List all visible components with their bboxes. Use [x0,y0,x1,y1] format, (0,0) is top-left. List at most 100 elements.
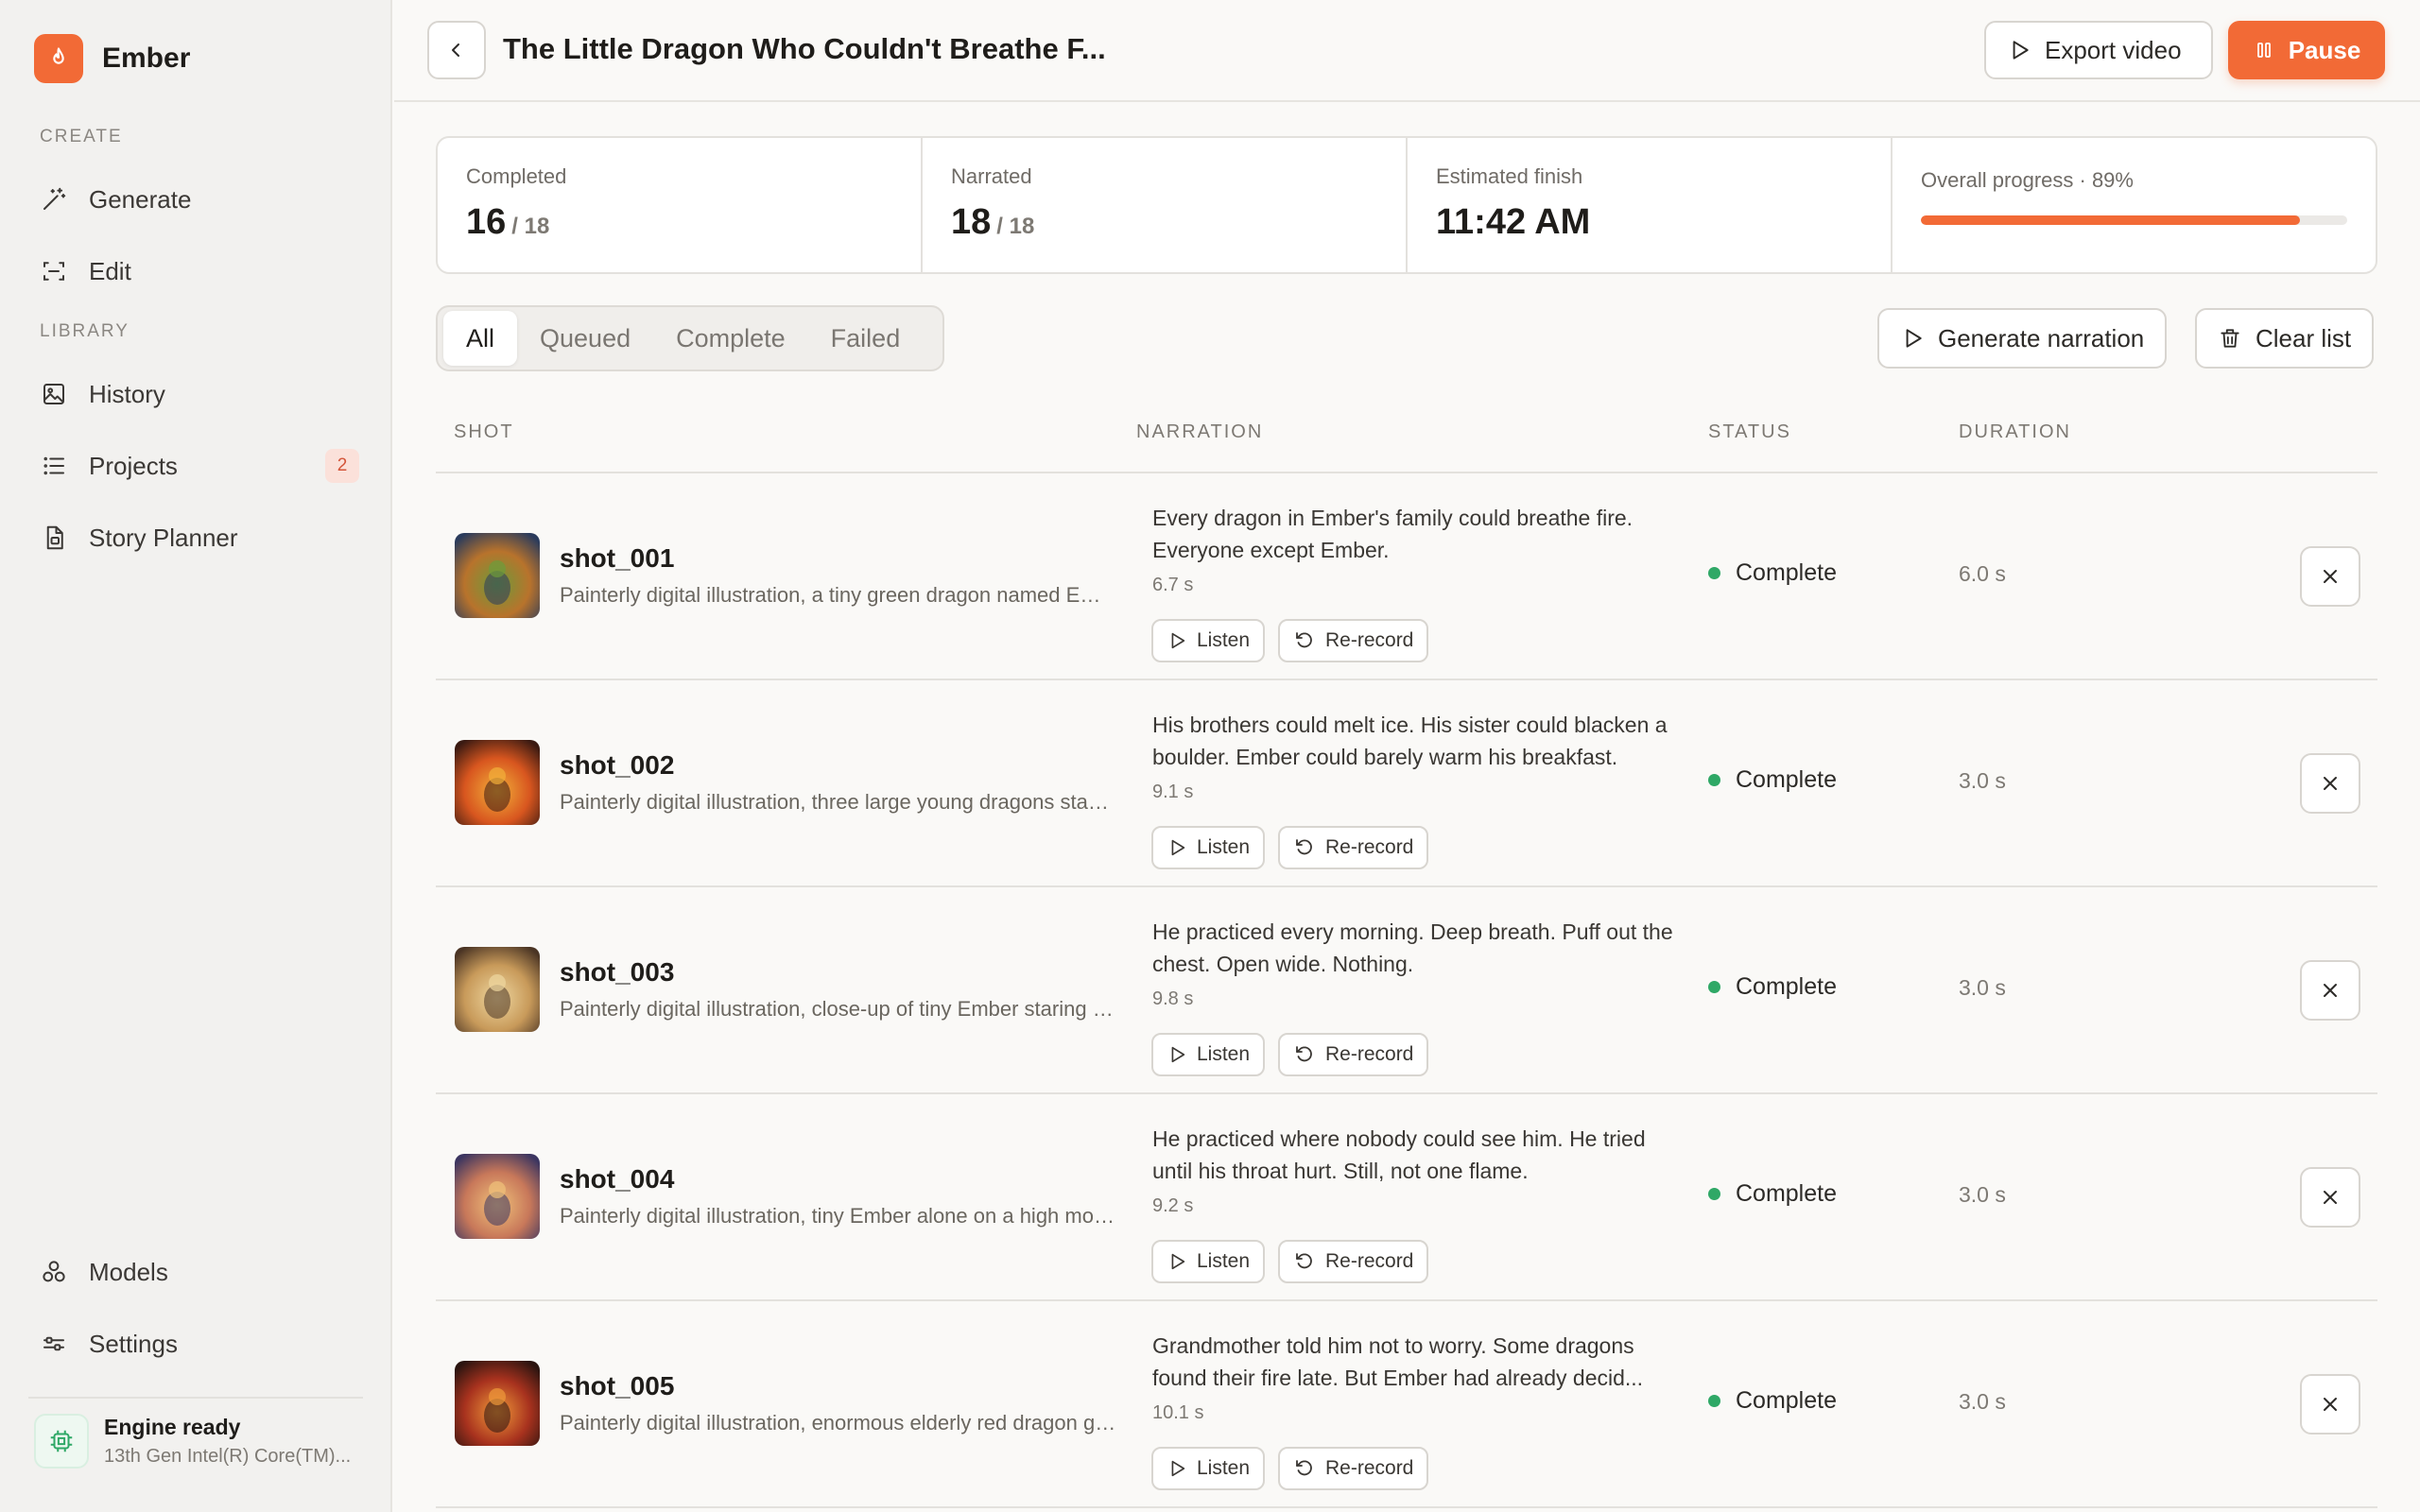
narrated-total: / 18 [996,214,1035,239]
sidebar-item-history[interactable]: History [38,366,359,422]
play-icon [1167,630,1187,651]
status-filter-tabs: All Queued Complete Failed [436,305,944,371]
listen-button[interactable]: Listen [1151,619,1266,662]
generate-narration-button[interactable]: Generate narration [1877,308,2168,369]
listen-button[interactable]: Listen [1151,1240,1266,1283]
sidebar-divider [28,1397,363,1399]
listen-button[interactable]: Listen [1151,826,1266,869]
listen-button[interactable]: Listen [1151,1447,1266,1490]
table-row[interactable]: shot_001 Painterly digital illustration,… [436,473,2377,680]
sidebar-item-projects[interactable]: Projects 2 [38,438,359,494]
table-row[interactable]: shot_002 Painterly digital illustration,… [436,680,2377,887]
clear-list-label: Clear list [2256,323,2352,352]
listen-label: Listen [1197,1043,1251,1065]
close-icon [2319,1393,2342,1416]
remove-shot-button[interactable] [2300,753,2360,814]
rerecord-button[interactable]: Re-record [1278,1447,1429,1490]
remove-shot-button[interactable] [2300,546,2360,607]
stat-value-wrap: 18/ 18 [951,202,1377,243]
pause-icon [2253,39,2275,61]
stat-estimated-finish: Estimated finish 11:42 AM [1408,138,1893,272]
rerecord-label: Re-record [1325,1043,1414,1065]
sidebar-item-settings[interactable]: Settings [38,1315,359,1372]
play-icon [1167,1458,1187,1479]
shot-thumbnail[interactable] [455,533,540,618]
status-indicator: Complete [1708,1180,1837,1208]
clear-list-button[interactable]: Clear list [2195,308,2375,369]
listen-label: Listen [1197,1250,1251,1272]
sidebar-item-label: History [89,379,165,408]
column-header-shot: SHOT [454,421,514,442]
narration-text: He practiced where nobody could see him.… [1152,1126,1646,1183]
cpu-chip-icon [34,1414,89,1469]
rotate-ccw-icon [1293,1250,1316,1273]
sidebar-item-label: Story Planner [89,523,238,552]
completed-count: 16 [466,202,507,242]
status-label: Complete [1736,766,1837,793]
narration-duration: 9.8 s [1152,988,1194,1009]
filter-tab-queued[interactable]: Queued [517,311,653,366]
engine-subtitle: 13th Gen Intel(R) Core(TM)... [104,1446,352,1467]
narration-duration: 9.1 s [1152,782,1194,802]
table-row[interactable]: shot_005 Painterly digital illustration,… [436,1301,2377,1508]
shot-description: Painterly digital illustration, close-up… [560,997,1117,1021]
trash-icon [2218,326,2242,351]
filter-tab-complete[interactable]: Complete [653,311,808,366]
status-indicator: Complete [1708,1387,1837,1415]
sliders-icon [38,1328,70,1360]
narration-duration: 9.2 s [1152,1195,1194,1216]
listen-label: Listen [1197,836,1251,858]
pause-button[interactable]: Pause [2228,21,2385,79]
rerecord-button[interactable]: Re-record [1278,1033,1429,1076]
export-video-button[interactable]: Export video [1984,21,2213,79]
sidebar-item-label: Projects [89,451,178,480]
rerecord-button[interactable]: Re-record [1278,619,1429,662]
shot-duration: 3.0 s [1959,975,2006,1000]
rerecord-label: Re-record [1325,629,1414,651]
listen-label: Listen [1197,1457,1251,1479]
stat-label: Completed [466,164,567,188]
status-dot [1708,1395,1720,1407]
narration-text: Every dragon in Ember's family could bre… [1152,506,1634,562]
rotate-ccw-icon [1293,1457,1316,1480]
filter-tab-failed[interactable]: Failed [808,311,924,366]
estimated-finish-value: 11:42 AM [1436,202,1591,242]
filter-tab-all[interactable]: All [443,311,518,366]
table-row[interactable]: shot_003 Painterly digital illustration,… [436,887,2377,1094]
rerecord-button[interactable]: Re-record [1278,826,1429,869]
sidebar-item-story-planner[interactable]: Story Planner [38,509,359,566]
sidebar-item-models[interactable]: Models [38,1244,359,1300]
close-icon [2319,565,2342,588]
sidebar-item-generate[interactable]: Generate [38,171,359,228]
table-row[interactable]: shot_004 Painterly digital illustration,… [436,1094,2377,1301]
shot-thumbnail[interactable] [455,947,540,1032]
status-dot [1708,981,1720,993]
stat-label: Narrated [951,164,1032,188]
sidebar-item-edit[interactable]: Edit [38,243,359,300]
remove-shot-button[interactable] [2300,1167,2360,1228]
shot-thumbnail[interactable] [455,1361,540,1446]
play-icon [2007,38,2031,62]
shot-description: Painterly digital illustration, enormous… [560,1411,1117,1435]
status-indicator: Complete [1708,559,1837,587]
rotate-ccw-icon [1293,836,1316,859]
brand[interactable]: Ember [34,34,190,83]
listen-button[interactable]: Listen [1151,1033,1266,1076]
cubes-icon [38,1256,70,1288]
shot-thumbnail[interactable] [455,1154,540,1239]
remove-shot-button[interactable] [2300,960,2360,1021]
sidebar-item-label: Models [89,1257,168,1286]
remove-shot-button[interactable] [2300,1374,2360,1435]
rerecord-button[interactable]: Re-record [1278,1240,1429,1283]
shot-thumbnail[interactable] [455,740,540,825]
pause-label: Pause [2288,35,2361,64]
library-section-label: LIBRARY [40,321,130,341]
sidebar-item-label: Settings [89,1329,178,1358]
document-icon [38,522,70,554]
back-button[interactable] [427,21,486,79]
sidebar: Ember CREATE Generate Edit LIBRARY Histo… [0,0,392,1512]
narrated-count: 18 [951,202,992,242]
play-icon [1167,1044,1187,1065]
shot-name: shot_004 [560,1164,675,1194]
stats-panel: Completed 16 / 18 Narrated 18/ 18 Estimat… [436,136,2377,274]
